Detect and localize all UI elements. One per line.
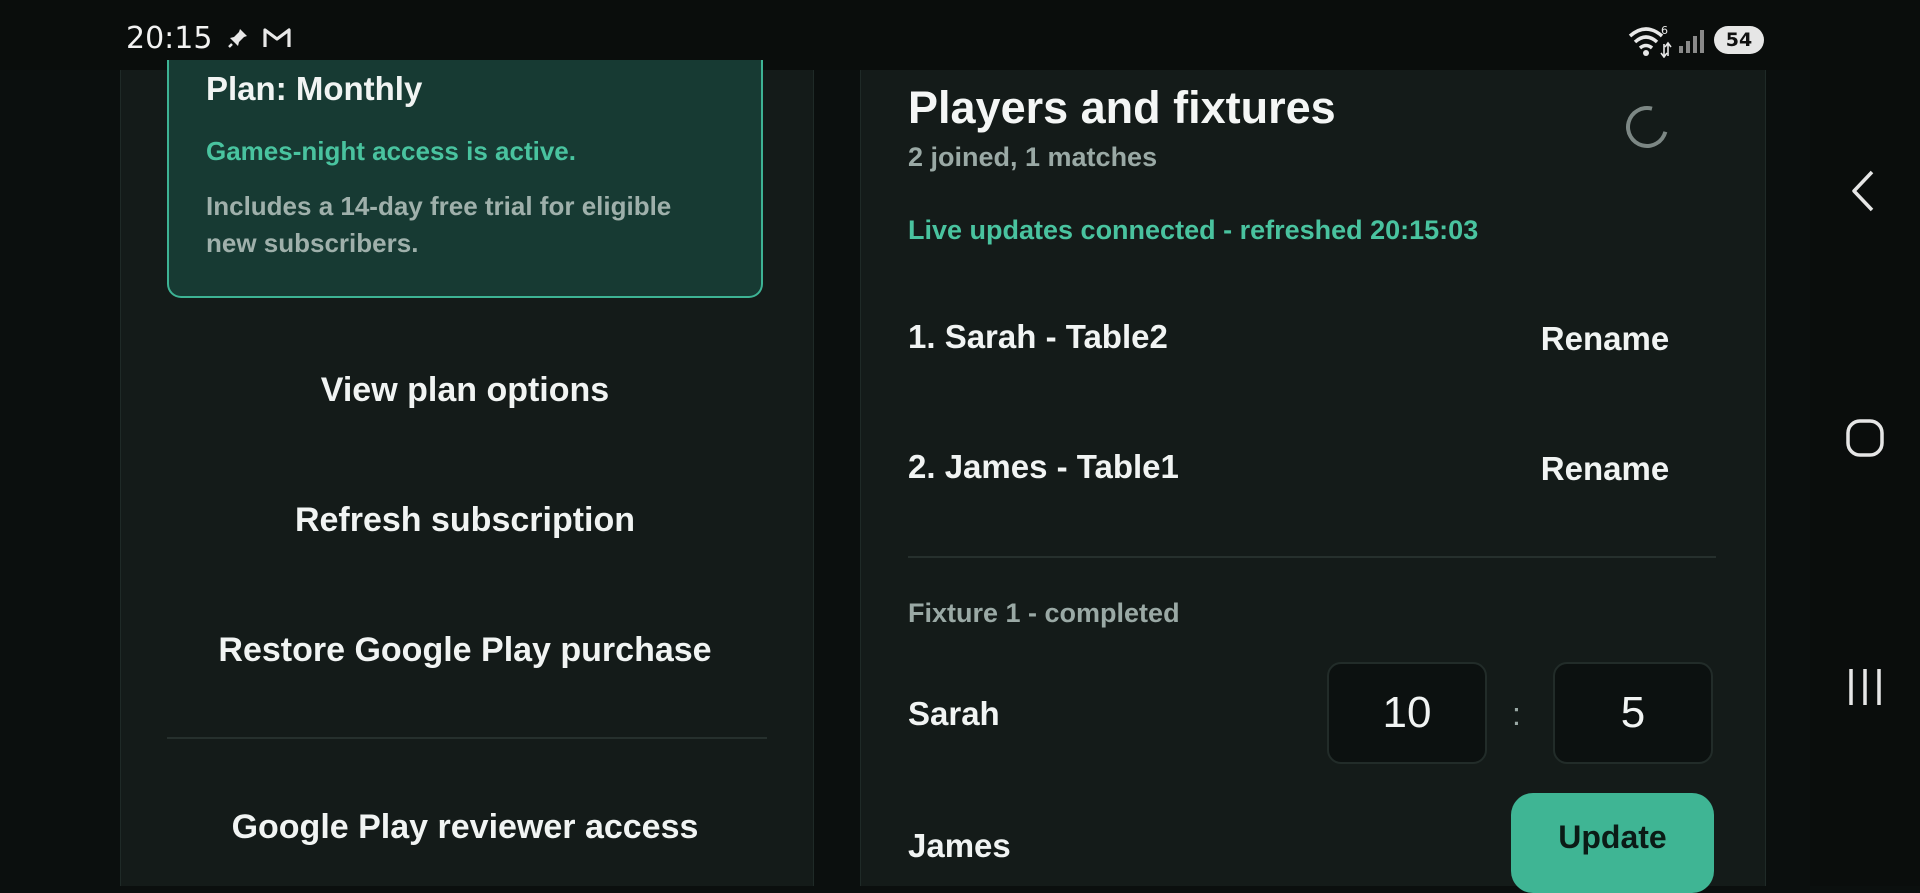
restore-purchase-button[interactable]: Restore Google Play purchase <box>167 620 763 680</box>
wifi-badge: 6 <box>1661 24 1668 37</box>
divider <box>167 737 767 739</box>
away-player-name: James <box>908 827 1011 864</box>
recents-icon[interactable] <box>1840 665 1890 716</box>
system-nav-bar <box>1810 0 1920 886</box>
view-plan-options-button[interactable]: View plan options <box>167 360 763 420</box>
player-row-label: 2. James - Table1 <box>908 448 1179 485</box>
away-score-input[interactable] <box>1553 662 1713 764</box>
wifi-icon: 6 <box>1628 24 1672 63</box>
home-player-name: Sarah <box>908 695 1000 732</box>
home-icon[interactable] <box>1840 416 1890 467</box>
gmail-icon <box>262 26 292 55</box>
rename-button[interactable]: Rename <box>1520 444 1690 494</box>
plan-status: Games-night access is active. <box>206 136 576 166</box>
divider <box>908 556 1716 558</box>
live-status: Live updates connected - refreshed 20:15… <box>908 215 1479 245</box>
plan-title: Plan: Monthly <box>206 70 423 107</box>
section-title: Players and fixtures <box>908 82 1336 133</box>
refresh-subscription-button[interactable]: Refresh subscription <box>167 490 763 550</box>
status-time: 20:15 <box>126 21 213 56</box>
section-subtitle: 2 joined, 1 matches <box>908 142 1158 172</box>
reviewer-access-button[interactable]: Google Play reviewer access <box>167 797 763 857</box>
fixture-title: Fixture 1 - completed <box>908 598 1180 628</box>
back-icon[interactable] <box>1840 168 1890 219</box>
rename-button[interactable]: Rename <box>1520 314 1690 364</box>
score-separator: : <box>1512 696 1521 732</box>
signal-icon <box>1678 28 1708 59</box>
update-score-button[interactable]: Update <box>1511 793 1714 893</box>
player-row-label: 1. Sarah - Table2 <box>908 318 1168 355</box>
battery-indicator: 54 <box>1714 26 1764 54</box>
home-score-input[interactable] <box>1327 662 1487 764</box>
trial-note: Includes a 14-day free trial for eligibl… <box>206 191 672 258</box>
pin-icon <box>226 26 250 55</box>
